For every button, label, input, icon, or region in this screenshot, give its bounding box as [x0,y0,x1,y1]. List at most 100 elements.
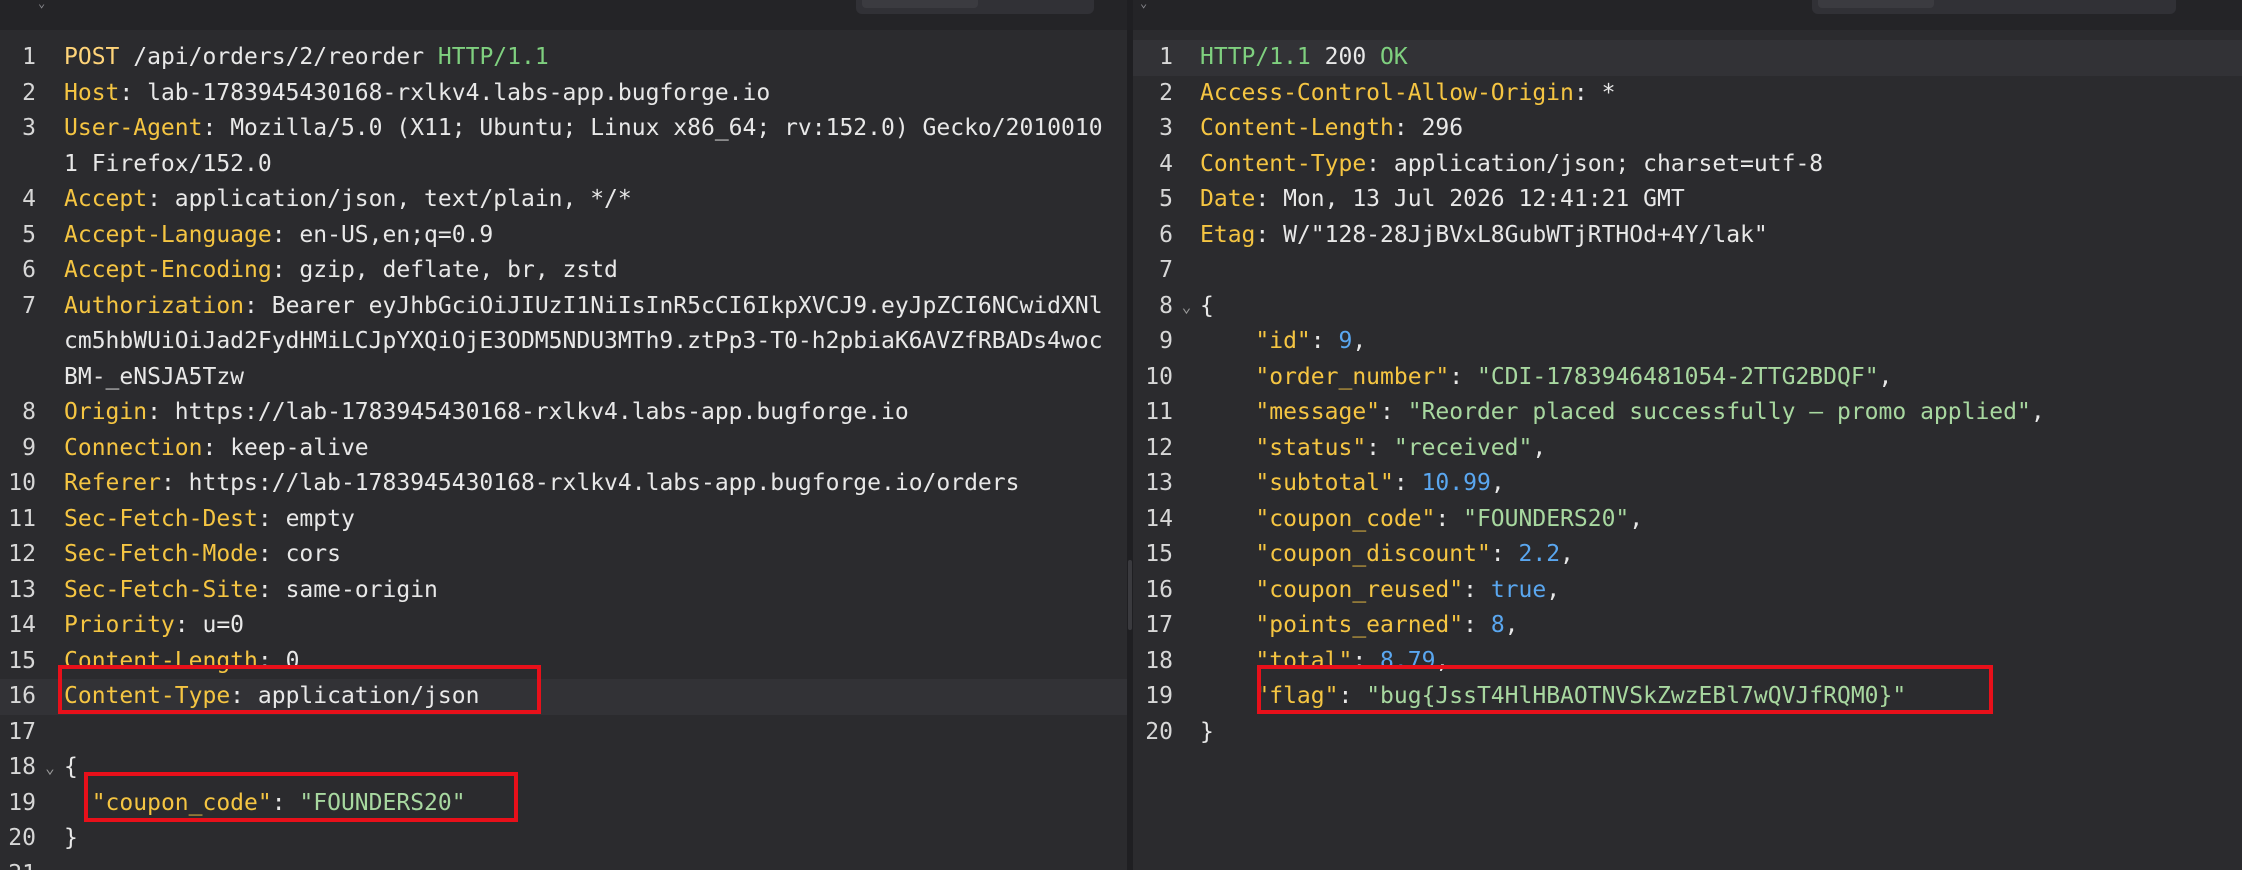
json-open-line[interactable]: 18 ⌄{ [0,750,1127,786]
chevron-down-icon[interactable]: ⌄ [38,0,45,9]
chevron-down-icon[interactable]: ⌄ [1140,0,1147,9]
json-field-line[interactable]: 19 "flag": "bug{JssT4HlHBAOTNVSkZwzEBl7w… [1133,679,2242,715]
json-close-line[interactable]: 20} [1133,715,2242,751]
header-colon: : [1366,150,1394,177]
line-number: 8 [22,399,36,425]
request-header-line[interactable]: 2 Host: lab-1783945430168-rxlkv4.labs-app… [0,76,1127,112]
response-toolbar-stub[interactable] [1812,0,2176,14]
json-open-line[interactable]: 8 ⌄{ [1133,289,2242,325]
request-header-line[interactable]: 7 Authorization: Bearer eyJhbGciOiJIUzI1N… [0,289,1127,396]
line-content: { [64,750,1114,786]
json-close-line[interactable]: 20} [0,821,1127,857]
line-content: "coupon_discount": 2.2, [1200,537,2242,573]
json-value: 8.79 [1380,647,1436,674]
request-header-line[interactable]: 15 Content-Length: 0 [0,644,1127,680]
line-content: HTTP/1.1 200 OK [1200,40,2242,76]
line-content: } [1200,715,2242,751]
blank-line[interactable]: 21 [0,857,1127,870]
json-field-line[interactable]: 17 "points_earned": 8, [1133,608,2242,644]
status-line[interactable]: 1 HTTP/1.1 200 OK [1133,40,2242,76]
header-colon: : [160,470,189,496]
header-value: en-US,en;q=0.9 [299,221,494,248]
request-header-line[interactable]: 14 Priority: u=0 [0,608,1127,644]
request-line[interactable]: 1 POST /api/orders/2/reorder HTTP/1.1 [0,40,1127,76]
json-value: "FOUNDERS20" [1463,505,1630,532]
line-number: 3 [22,115,36,141]
request-header-line[interactable]: 10 Referer: https://lab-1783945430168-rxl… [0,466,1127,502]
header-value: u=0 [202,612,245,638]
response-header-line[interactable]: 6 Etag: W/"128-28JjBVxL8GubWTjRTHOd+4Y/la… [1133,218,2242,254]
header-name: Accept [64,186,148,212]
line-number: 5 [22,221,36,248]
header-colon: : [202,115,231,141]
line-content: Connection: keep-alive [64,431,1114,467]
request-header-line[interactable]: 6 Accept-Encoding: gzip, deflate, br, zst… [0,253,1127,289]
request-editor[interactable]: 1 POST /api/orders/2/reorder HTTP/1.1 2 Hos… [0,30,1127,870]
json-colon: : [1463,612,1491,638]
request-header-line[interactable]: 12 Sec-Fetch-Mode: cors [0,537,1127,573]
header-value: application/json; charset=utf-8 [1393,150,1824,177]
json-colon: : [1310,328,1339,354]
response-header-line[interactable]: 3 Content-Length: 296 [1133,111,2242,147]
json-field-line[interactable]: 10 "order_number": "CDI-1783946481054-2T… [1133,360,2242,396]
header-colon: : [257,647,286,674]
json-field-line[interactable]: 11 "message": "Reorder placed successful… [1133,395,2242,431]
json-body-line[interactable]: 19 "coupon_code": "FOUNDERS20" [0,786,1127,822]
splitter-grip[interactable] [1128,560,1132,630]
http-viewer-window: ⌄ ⌄ 1 POST /api/orders/2/reorder HTTP/1.1… [0,0,2242,870]
line-number: 16 [1145,576,1173,603]
json-field-line[interactable]: 16 "coupon_reused": true, [1133,573,2242,609]
json-brace-close: } [1200,718,1214,745]
request-header-line[interactable]: 5 Accept-Language: en-US,en;q=0.9 [0,218,1127,254]
response-editor[interactable]: 1 HTTP/1.1 200 OK 2 Access-Control-Allow-Or… [1133,30,2242,750]
header-colon: : [119,79,148,106]
line-content: POST /api/orders/2/reorder HTTP/1.1 [64,40,1114,76]
header-name: Sec-Fetch-Mode [64,541,258,567]
blank-line[interactable]: 17 [0,715,1127,751]
json-field-line[interactable]: 12 "status": "received", [1133,431,2242,467]
line-number: 4 [1159,150,1173,177]
json-field-line[interactable]: 15 "coupon_discount": 2.2, [1133,537,2242,573]
request-header-line[interactable]: 8 Origin: https://lab-1783945430168-rxlkv… [0,395,1127,431]
response-pane[interactable]: 1 HTTP/1.1 200 OK 2 Access-Control-Allow-Or… [1133,30,2242,870]
json-comma: , [1504,612,1519,638]
header-colon: : [1393,115,1422,141]
request-header-line[interactable]: 16 Content-Type: application/json [0,679,1127,715]
header-colon: : [1573,79,1602,106]
json-colon: : [1449,363,1477,390]
chevron-down-icon[interactable]: ⌄ [36,750,64,786]
line-content: "coupon_code": "FOUNDERS20" [64,786,1114,822]
header-colon: : [202,434,231,461]
json-comma: , [1435,647,1450,674]
chevron-down-icon[interactable]: ⌄ [1173,289,1200,325]
request-pane[interactable]: 1 POST /api/orders/2/reorder HTTP/1.1 2 Hos… [0,30,1127,870]
json-field-line[interactable]: 14 "coupon_code": "FOUNDERS20", [1133,502,2242,538]
line-content: } [64,821,1114,857]
response-header-line[interactable]: 2 Access-Control-Allow-Origin: * [1133,76,2242,112]
json-field-line[interactable]: 13 "subtotal": 10.99, [1133,466,2242,502]
line-content: Origin: https://lab-1783945430168-rxlkv4… [64,395,1114,431]
line-number: 18 [1145,647,1173,674]
request-header-line[interactable]: 9 Connection: keep-alive [0,431,1127,467]
request-header-line[interactable]: 4 Accept: application/json, text/plain, *… [0,182,1127,218]
json-field-line[interactable]: 9 "id": 9, [1133,324,2242,360]
json-key: "subtotal" [1255,470,1394,496]
header-value: 0 [285,647,300,674]
status-text: OK [1380,44,1408,70]
header-colon: : [1255,186,1284,212]
request-header-line[interactable]: 3 User-Agent: Mozilla/5.0 (X11; Ubuntu; L… [0,111,1127,182]
blank-line[interactable]: 7 [1133,253,2242,289]
line-content: Content-Type: application/json; charset=… [1200,147,2242,183]
header-name: Content-Type [1200,150,1367,177]
json-field-line[interactable]: 18 "total": 8.79, [1133,644,2242,680]
request-header-line[interactable]: 11 Sec-Fetch-Dest: empty [0,502,1127,538]
json-value: "Reorder placed successfully — promo app… [1407,399,2031,425]
line-content: Sec-Fetch-Mode: cors [64,537,1114,573]
request-header-line[interactable]: 13 Sec-Fetch-Site: same-origin [0,573,1127,609]
request-toolbar-stub[interactable] [856,0,1094,14]
json-value: "bug{JssT4HlHBAOTNVSkZwzEBl7wQVJfRQM0}" [1366,683,1907,709]
line-number: 15 [1145,541,1173,567]
response-header-line[interactable]: 4 Content-Type: application/json; charset… [1133,147,2242,183]
response-header-line[interactable]: 5 Date: Mon, 13 Jul 2026 12:41:21 GMT [1133,182,2242,218]
line-number: 13 [8,576,36,603]
